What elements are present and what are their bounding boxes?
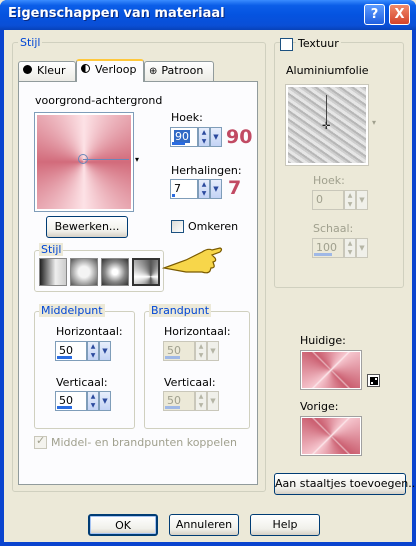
middelpunt-title: Middelpunt [39, 304, 105, 317]
middelpunt-vertical-bar [57, 406, 72, 409]
brandpunt-horizontal-bar [165, 356, 180, 359]
middelpunt-vertical-input[interactable]: 50 [55, 391, 87, 411]
angle-input[interactable]: 90 [170, 127, 198, 147]
texture-center-icon: ✛ [322, 121, 331, 132]
texture-dropdown-icon[interactable]: ▾ [369, 118, 379, 128]
repeats-level-bar [172, 194, 175, 197]
texture-scale-dropdown-icon[interactable]: ▼ [356, 238, 368, 258]
previous-swatch-fill [302, 418, 360, 454]
title-help-button[interactable]: ? [364, 4, 385, 25]
help-button[interactable]: Help [250, 514, 320, 536]
texture-angle-dropdown-icon[interactable]: ▼ [356, 190, 368, 210]
angle-annotation: 90 [226, 126, 253, 148]
gradient-preview[interactable] [34, 112, 134, 212]
radial-style-button[interactable] [132, 258, 160, 286]
tab-kleur[interactable]: Kleur [18, 61, 76, 81]
gradient-center-handle[interactable] [78, 154, 88, 164]
current-label: Huidige: [300, 334, 346, 347]
gradient-style-title: Stijl [39, 243, 64, 256]
brandpunt-horizontal-input[interactable]: 50 [163, 341, 195, 361]
swap-icon[interactable] [367, 374, 380, 387]
tab-patroon[interactable]: ⊕ Patroon [144, 61, 214, 81]
texture-angle-value: 0 [316, 193, 323, 206]
texture-scale-bar [314, 253, 332, 256]
previous-swatch[interactable] [300, 416, 362, 456]
invert-checkbox[interactable] [171, 220, 184, 233]
texture-angle-label: Hoek: [313, 174, 345, 187]
middelpunt-vertical-label: Verticaal: [56, 376, 108, 389]
title-bar[interactable]: Eigenschappen van materiaal ? X [0, 0, 416, 30]
sunburst-style-button[interactable] [101, 258, 129, 286]
repeats-annotation: 7 [228, 177, 242, 199]
half-circle-icon [81, 64, 90, 73]
brandpunt-vertical-input[interactable]: 50 [163, 391, 195, 411]
stijl-group-title: Stijl [18, 36, 43, 49]
tab-verloop[interactable]: Verloop [76, 59, 144, 82]
repeats-updown-icon[interactable]: ▲ ▼ [198, 179, 210, 199]
middelpunt-horizontal-input[interactable]: 50 [55, 341, 87, 361]
edit-button[interactable]: Bewerken... [46, 216, 128, 238]
invert-label: Omkeren [188, 220, 239, 233]
window-title: Eigenschappen van materiaal [8, 6, 225, 21]
angle-updown-icon[interactable]: ▲ ▼ [198, 127, 210, 147]
tab-verloop-label: Verloop [95, 63, 137, 76]
linear-style-button[interactable] [39, 258, 67, 286]
pointing-hand-icon [162, 247, 223, 274]
add-to-swatches-button[interactable]: Aan staaltjes toevoegen... [274, 473, 416, 495]
checkmark-icon: ✓ [36, 434, 46, 447]
solid-circle-icon [23, 65, 32, 74]
repeats-value: 7 [174, 182, 181, 195]
texture-scale-input[interactable]: 100 [312, 238, 344, 258]
texture-scale-label: Schaal: [313, 222, 354, 235]
texture-preview[interactable]: ✛ [285, 84, 369, 166]
gradient-dropdown-icon[interactable]: ▾ [132, 155, 142, 165]
middelpunt-horizontal-label: Horizontaal: [56, 325, 123, 338]
angle-label: Hoek: [171, 111, 203, 124]
texture-scale-updown-icon[interactable]: ▲ ▼ [344, 238, 356, 258]
middelpunt-vertical-updown-icon[interactable]: ▲ ▼ [87, 391, 99, 411]
middelpunt-horizontal-dropdown-icon[interactable]: ▼ [99, 341, 111, 361]
texture-checkbox[interactable] [280, 38, 293, 51]
brandpunt-vertical-label: Verticaal: [164, 376, 216, 389]
link-points-checkbox[interactable]: ✓ [34, 434, 47, 449]
texture-angle-input[interactable]: 0 [312, 190, 344, 210]
previous-label: Vorige: [300, 400, 339, 413]
angle-level-bar [172, 142, 185, 145]
brandpunt-vertical-bar [165, 406, 180, 409]
brandpunt-horizontal-label: Horizontaal: [164, 325, 231, 338]
cancel-button[interactable]: Annuleren [169, 514, 239, 536]
middelpunt-vertical-dropdown-icon[interactable]: ▼ [99, 391, 111, 411]
brandpunt-vertical-updown-icon[interactable]: ▲ ▼ [195, 391, 207, 411]
tab-kleur-label: Kleur [37, 64, 66, 77]
tab-patroon-label: Patroon [161, 64, 204, 77]
current-swatch-fill [302, 352, 360, 388]
repeats-input[interactable]: 7 [170, 179, 198, 199]
texture-angle-updown-icon[interactable]: ▲ ▼ [344, 190, 356, 210]
angle-dropdown-icon[interactable]: ▼ [210, 127, 222, 147]
brandpunt-vertical-dropdown-icon[interactable]: ▼ [207, 391, 219, 411]
dialog-client: Stijl Kleur Verloop ⊕ Patroon voorgrond-a… [4, 30, 416, 542]
brandpunt-horizontal-updown-icon[interactable]: ▲ ▼ [195, 341, 207, 361]
texture-name: Aluminiumfolie [286, 64, 369, 77]
link-points-label: Middel- en brandpunten koppelen [51, 436, 237, 449]
gradient-name: voorgrond-achtergrond [35, 94, 163, 107]
ok-button[interactable]: OK [88, 514, 158, 536]
texture-label: Textuur [296, 37, 341, 50]
title-close-button[interactable]: X [389, 4, 410, 25]
middelpunt-horizontal-updown-icon[interactable]: ▲ ▼ [87, 341, 99, 361]
repeats-dropdown-icon[interactable]: ▼ [210, 179, 222, 199]
gradient-angle-line [83, 159, 129, 160]
repeats-label: Herhalingen: [171, 164, 242, 177]
middelpunt-horizontal-bar [57, 356, 72, 359]
pattern-icon: ⊕ [149, 66, 158, 77]
dialog-window: Eigenschappen van materiaal ? X Stijl Kl… [0, 0, 416, 546]
current-swatch[interactable] [300, 350, 362, 390]
brandpunt-title: Brandpunt [149, 304, 212, 317]
rectangular-style-button[interactable] [70, 258, 98, 286]
brandpunt-horizontal-dropdown-icon[interactable]: ▼ [207, 341, 219, 361]
